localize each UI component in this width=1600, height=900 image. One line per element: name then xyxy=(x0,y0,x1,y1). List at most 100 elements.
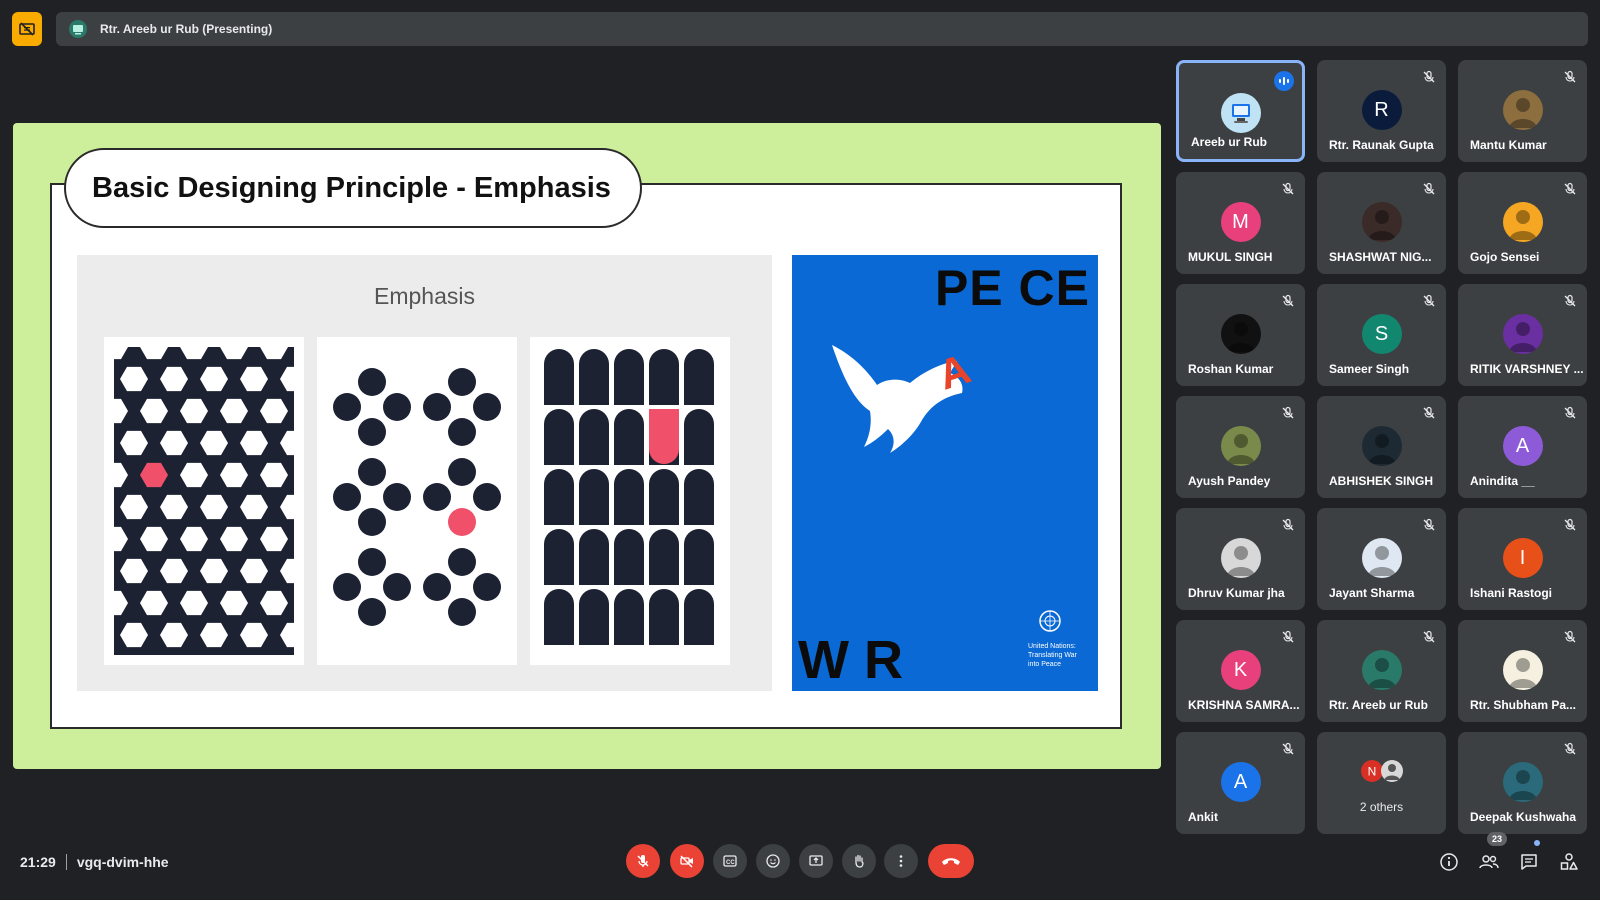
participant-tile[interactable]: A Anindita __ xyxy=(1458,396,1587,498)
hexagon-pattern-card xyxy=(104,337,304,665)
peace-poster: PE CE A W R United Nations: Translating … xyxy=(792,255,1098,691)
participant-tile[interactable]: Jayant Sharma xyxy=(1317,508,1446,610)
stop-presenting-icon[interactable] xyxy=(12,12,42,46)
meeting-details-icon[interactable] xyxy=(1437,850,1461,874)
participant-tile[interactable]: A Ankit xyxy=(1176,732,1305,834)
people-icon[interactable] xyxy=(1477,850,1501,874)
mic-off-icon xyxy=(1281,742,1295,756)
participant-tile[interactable]: Gojo Sensei xyxy=(1458,172,1587,274)
arch xyxy=(544,529,574,585)
presenter-bar: Rtr. Areeb ur Rub (Presenting) xyxy=(56,12,1588,46)
participant-name: RITIK VARSHNEY ... xyxy=(1470,362,1584,376)
emphasis-panel: Emphasis xyxy=(77,255,772,691)
profile-photo-icon xyxy=(1508,322,1537,352)
dot xyxy=(448,418,476,446)
participant-name: Anindita __ xyxy=(1470,474,1535,488)
avatar xyxy=(1502,314,1543,354)
mic-off-icon xyxy=(1563,294,1577,308)
activities-icon[interactable] xyxy=(1557,850,1581,874)
participant-tile[interactable]: N 2 others xyxy=(1317,732,1446,834)
avatar xyxy=(1220,426,1261,466)
participant-tile[interactable]: Ayush Pandey xyxy=(1176,396,1305,498)
mic-off-icon xyxy=(1281,294,1295,308)
participant-tile[interactable]: Dhruv Kumar jha xyxy=(1176,508,1305,610)
chat-icon[interactable] xyxy=(1517,850,1541,874)
captions-button[interactable]: CC xyxy=(713,844,747,878)
participant-name: Rtr. Shubham Pa... xyxy=(1470,698,1577,712)
more-options-button[interactable] xyxy=(884,844,918,878)
participant-tile[interactable]: Areeb ur Rub xyxy=(1176,60,1305,162)
avatar xyxy=(1502,762,1543,802)
participant-name: ABHISHEK SINGH xyxy=(1329,474,1434,488)
mic-off-icon xyxy=(1563,406,1577,420)
profile-photo-icon xyxy=(1226,434,1255,464)
arch xyxy=(684,349,714,405)
dot xyxy=(358,548,386,576)
profile-photo-icon xyxy=(1508,770,1537,800)
participant-name: Gojo Sensei xyxy=(1470,250,1540,264)
dot xyxy=(333,573,361,601)
participant-name: Deepak Kushwaha xyxy=(1470,810,1577,824)
mic-off-icon xyxy=(1422,406,1436,420)
accent-dot xyxy=(448,508,476,536)
arch xyxy=(614,409,644,465)
participant-tile[interactable]: M MUKUL SINGH xyxy=(1176,172,1305,274)
mic-off-button[interactable] xyxy=(626,844,660,878)
presenter-avatar-icon xyxy=(69,20,87,38)
clock-time: 21:29 xyxy=(20,854,56,870)
arch xyxy=(649,589,679,645)
profile-photo-icon xyxy=(1226,322,1255,352)
participant-name: Rtr. Areeb ur Rub xyxy=(1329,698,1428,712)
participant-tile[interactable]: K KRISHNA SAMRA... xyxy=(1176,620,1305,722)
participant-name: Ayush Pandey xyxy=(1188,474,1271,488)
mic-off-icon xyxy=(1281,518,1295,532)
participant-tile[interactable]: S Sameer Singh xyxy=(1317,284,1446,386)
participant-tile[interactable]: ABHISHEK SINGH xyxy=(1317,396,1446,498)
leave-call-button[interactable] xyxy=(928,844,974,878)
dot xyxy=(473,393,501,421)
profile-photo-icon xyxy=(1367,210,1396,240)
arch xyxy=(614,529,644,585)
dot xyxy=(358,598,386,626)
participant-tile[interactable]: Deepak Kushwaha xyxy=(1458,732,1587,834)
dot xyxy=(358,368,386,396)
participant-tile[interactable]: R Rtr. Raunak Gupta xyxy=(1317,60,1446,162)
participant-tile[interactable]: RITIK VARSHNEY ... xyxy=(1458,284,1587,386)
camera-off-button[interactable] xyxy=(670,844,704,878)
dot xyxy=(423,573,451,601)
arch xyxy=(579,409,609,465)
computer-icon xyxy=(1231,104,1250,123)
svg-text:CC: CC xyxy=(726,860,735,866)
participant-tile[interactable]: SHASHWAT NIG... xyxy=(1317,172,1446,274)
accent-arch xyxy=(649,409,679,464)
arch xyxy=(684,469,714,525)
participant-tile[interactable]: Roshan Kumar xyxy=(1176,284,1305,386)
emoji-button[interactable] xyxy=(756,844,790,878)
mic-off-icon xyxy=(1422,294,1436,308)
mic-off-icon xyxy=(1422,70,1436,84)
arch xyxy=(684,589,714,645)
emphasis-label: Emphasis xyxy=(374,283,475,309)
participant-tile[interactable]: Rtr. Shubham Pa... xyxy=(1458,620,1587,722)
bottom-bar: 21:29 vgq-dvim-hhe CC 23 xyxy=(0,830,1600,900)
avatar: A xyxy=(1502,426,1543,466)
dot xyxy=(423,483,451,511)
dot xyxy=(448,458,476,486)
profile-photo-icon xyxy=(1508,210,1537,240)
participant-tile[interactable]: I Ishani Rastogi xyxy=(1458,508,1587,610)
mic-off-icon xyxy=(1281,630,1295,644)
arch xyxy=(649,349,679,405)
chat-unread-dot xyxy=(1534,840,1540,846)
poster-top-text: PE CE xyxy=(934,260,1090,316)
mic-off-icon xyxy=(1563,630,1577,644)
raise-hand-button[interactable] xyxy=(842,844,876,878)
participant-tile[interactable]: Mantu Kumar xyxy=(1458,60,1587,162)
arch xyxy=(544,469,574,525)
mic-off-icon xyxy=(1563,70,1577,84)
participant-tile[interactable]: Rtr. Areeb ur Rub xyxy=(1317,620,1446,722)
avatar xyxy=(1361,538,1402,578)
present-screen-button[interactable] xyxy=(799,844,833,878)
meeting-code[interactable]: vgq-dvim-hhe xyxy=(77,854,169,870)
participant-name: MUKUL SINGH xyxy=(1188,250,1273,264)
arch xyxy=(649,529,679,585)
